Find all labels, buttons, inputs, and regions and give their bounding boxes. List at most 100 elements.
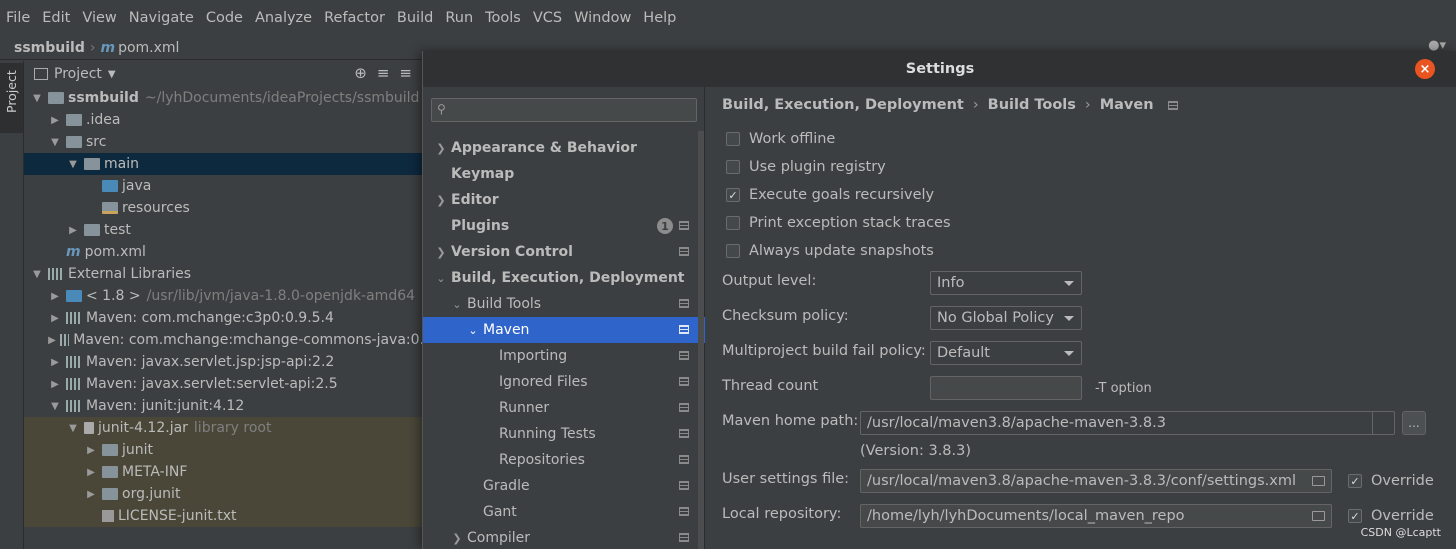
menu-window[interactable]: Window bbox=[574, 10, 631, 26]
output-level-select[interactable]: Info bbox=[930, 271, 1082, 295]
execute-goals-recursively-checkbox[interactable]: ✓ Execute goals recursively bbox=[726, 185, 934, 205]
nav-item-build-tools[interactable]: ⌄ Build Tools bbox=[423, 291, 705, 317]
expand-arrow-icon[interactable]: ▼ bbox=[66, 159, 80, 170]
print-stack-traces-checkbox[interactable]: Print exception stack traces bbox=[726, 213, 951, 233]
checkmark-icon[interactable]: ✓ bbox=[726, 188, 740, 202]
tree-node-main[interactable]: ▼ main bbox=[24, 153, 424, 175]
tree-node-package[interactable]: ▶ META-INF bbox=[24, 461, 424, 483]
checksum-policy-select[interactable]: No Global Policy bbox=[930, 306, 1082, 330]
tree-node-resources[interactable]: resources bbox=[24, 197, 424, 219]
nav-item-keymap[interactable]: Keymap bbox=[423, 161, 705, 187]
tree-node-external-libraries[interactable]: ▼ External Libraries bbox=[24, 263, 424, 285]
expand-arrow-icon[interactable]: ▼ bbox=[30, 269, 44, 280]
collapse-arrow-icon[interactable]: ❯ bbox=[435, 246, 447, 259]
collapse-arrow-icon[interactable]: ▶ bbox=[48, 379, 62, 390]
menu-analyze[interactable]: Analyze bbox=[255, 10, 312, 26]
nav-scrollbar[interactable] bbox=[698, 131, 704, 549]
tree-node-idea[interactable]: ▶ .idea bbox=[24, 109, 424, 131]
menu-view[interactable]: View bbox=[82, 10, 116, 26]
checkmark-icon[interactable]: ✓ bbox=[1348, 474, 1362, 488]
nav-item-plugins[interactable]: Plugins 1 bbox=[423, 213, 705, 239]
menu-navigate[interactable]: Navigate bbox=[129, 10, 194, 26]
fail-policy-select[interactable]: Default bbox=[930, 341, 1082, 365]
collapse-arrow-icon[interactable]: ▶ bbox=[84, 489, 98, 500]
collapse-arrow-icon[interactable]: ❯ bbox=[435, 194, 447, 207]
collapse-arrow-icon[interactable]: ▶ bbox=[48, 313, 62, 324]
collapse-arrow-icon[interactable]: ▶ bbox=[84, 467, 98, 478]
menu-tools[interactable]: Tools bbox=[485, 10, 521, 26]
expand-arrow-icon[interactable]: ⌄ bbox=[467, 324, 479, 337]
thread-count-input[interactable] bbox=[930, 376, 1082, 400]
expand-arrow-icon[interactable]: ▼ bbox=[66, 423, 80, 434]
collapse-arrow-icon[interactable]: ❯ bbox=[451, 532, 463, 545]
nav-item-editor[interactable]: ❯ Editor bbox=[423, 187, 705, 213]
close-icon[interactable]: × bbox=[1415, 59, 1435, 79]
nav-item-build-execution[interactable]: ⌄ Build, Execution, Deployment bbox=[423, 265, 705, 291]
collapse-arrow-icon[interactable]: ▶ bbox=[48, 335, 56, 346]
folder-icon[interactable] bbox=[1312, 511, 1325, 521]
tree-node-maven-lib[interactable]: ▶ Maven: javax.servlet.jsp:jsp-api:2.2 bbox=[24, 351, 424, 373]
checkbox-box[interactable] bbox=[726, 160, 740, 174]
nav-item-gradle[interactable]: Gradle bbox=[423, 473, 705, 499]
menu-vcs[interactable]: VCS bbox=[533, 10, 562, 26]
tree-node-src[interactable]: ▼ src bbox=[24, 131, 424, 153]
collapse-arrow-icon[interactable]: ▶ bbox=[84, 445, 98, 456]
breadcrumb-file[interactable]: pom.xml bbox=[118, 40, 179, 56]
nav-item-importing[interactable]: Importing bbox=[423, 343, 705, 369]
expand-arrow-icon[interactable]: ⌄ bbox=[451, 298, 463, 311]
work-offline-checkbox[interactable]: Work offline bbox=[726, 129, 835, 149]
collapse-arrow-icon[interactable]: ❯ bbox=[435, 142, 447, 155]
tree-node-package[interactable]: ▶ org.junit bbox=[24, 483, 424, 505]
tree-node-root[interactable]: ▼ ssmbuild ~/lyhDocuments/ideaProjects/s… bbox=[24, 87, 424, 109]
nav-item-repositories[interactable]: Repositories bbox=[423, 447, 705, 473]
use-plugin-registry-checkbox[interactable]: Use plugin registry bbox=[726, 157, 886, 177]
combo-dropdown[interactable] bbox=[1372, 412, 1394, 434]
tree-node-maven-lib[interactable]: ▼ Maven: junit:junit:4.12 bbox=[24, 395, 424, 417]
breadcrumb-project[interactable]: ssmbuild bbox=[14, 40, 85, 56]
menu-build[interactable]: Build bbox=[397, 10, 433, 26]
user-settings-override-checkbox[interactable]: ✓ Override bbox=[1348, 471, 1434, 491]
checkmark-icon[interactable]: ✓ bbox=[1348, 509, 1362, 523]
panel-tools-icons[interactable]: ⊕≡≡ bbox=[354, 64, 422, 82]
menu-run[interactable]: Run bbox=[445, 10, 473, 26]
tree-node-maven-lib[interactable]: ▶ Maven: com.mchange:c3p0:0.9.5.4 bbox=[24, 307, 424, 329]
collapse-arrow-icon[interactable]: ▶ bbox=[48, 291, 62, 302]
folder-icon[interactable] bbox=[1312, 476, 1325, 486]
tree-node-jdk[interactable]: ▶ < 1.8 > /usr/lib/jvm/java-1.8.0-openjd… bbox=[24, 285, 424, 307]
local-repository-input[interactable]: /home/lyh/lyhDocuments/local_maven_repo bbox=[860, 504, 1332, 528]
menu-help[interactable]: Help bbox=[643, 10, 676, 26]
tree-node-jar[interactable]: ▼ junit-4.12.jar library root bbox=[24, 417, 424, 439]
tree-node-maven-lib[interactable]: ▶ Maven: javax.servlet:servlet-api:2.5 bbox=[24, 373, 424, 395]
collapse-arrow-icon[interactable]: ▶ bbox=[66, 225, 80, 236]
checkbox-box[interactable] bbox=[726, 216, 740, 230]
expand-arrow-icon[interactable]: ▼ bbox=[48, 137, 62, 148]
project-tool-tab[interactable]: Project bbox=[0, 63, 23, 133]
nav-item-version-control[interactable]: ❯ Version Control bbox=[423, 239, 705, 265]
tree-node-java[interactable]: java bbox=[24, 175, 424, 197]
tree-node-file[interactable]: LICENSE-junit.txt bbox=[24, 505, 424, 527]
nav-item-compiler[interactable]: ❯ Compiler bbox=[423, 525, 705, 549]
checkbox-box[interactable] bbox=[726, 244, 740, 258]
nav-item-ignored-files[interactable]: Ignored Files bbox=[423, 369, 705, 395]
local-repo-override-checkbox[interactable]: ✓ Override bbox=[1348, 506, 1434, 526]
always-update-snapshots-checkbox[interactable]: Always update snapshots bbox=[726, 241, 934, 261]
tree-node-package[interactable]: ▶ junit bbox=[24, 439, 424, 461]
project-view-selector[interactable]: Project bbox=[54, 66, 102, 82]
menu-edit[interactable]: Edit bbox=[42, 10, 70, 26]
maven-home-select[interactable]: /usr/local/maven3.8/apache-maven-3.8.3 bbox=[860, 411, 1395, 435]
menu-code[interactable]: Code bbox=[206, 10, 243, 26]
menu-file[interactable]: File bbox=[6, 10, 30, 26]
nav-item-runner[interactable]: Runner bbox=[423, 395, 705, 421]
collapse-arrow-icon[interactable]: ▶ bbox=[48, 357, 62, 368]
user-settings-input[interactable]: /usr/local/maven3.8/apache-maven-3.8.3/c… bbox=[860, 469, 1332, 493]
checkbox-box[interactable] bbox=[726, 132, 740, 146]
collapse-arrow-icon[interactable]: ▶ bbox=[48, 115, 62, 126]
tree-node-pom[interactable]: m pom.xml bbox=[24, 241, 424, 263]
dropdown-caret-icon[interactable]: ▼ bbox=[108, 69, 116, 80]
expand-arrow-icon[interactable]: ⌄ bbox=[435, 272, 447, 285]
browse-button[interactable]: ... bbox=[1402, 411, 1426, 435]
nav-item-appearance[interactable]: ❯ Appearance & Behavior bbox=[423, 135, 705, 161]
settings-search-input[interactable]: ⚲ bbox=[431, 98, 697, 122]
expand-arrow-icon[interactable]: ▼ bbox=[48, 401, 62, 412]
tree-node-test[interactable]: ▶ test bbox=[24, 219, 424, 241]
